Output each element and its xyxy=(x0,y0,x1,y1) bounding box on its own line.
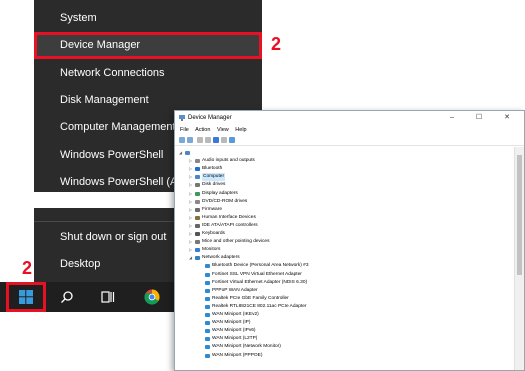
network-card-icon xyxy=(205,321,210,326)
network-card-icon xyxy=(205,304,210,309)
menu-file[interactable]: File xyxy=(180,127,189,133)
monitor-icon[interactable] xyxy=(229,137,235,143)
start-button[interactable] xyxy=(6,282,46,312)
tree-node-label: WAN Miniport (IPv6) xyxy=(212,328,256,334)
tree-node-label: Keyboards xyxy=(202,231,225,236)
tree-node-label: WAN Miniport (PPPOE) xyxy=(212,352,263,358)
network-card-icon xyxy=(205,353,210,358)
tree-node-label: Disk drives xyxy=(202,182,226,188)
tree-node-label: PPPoP WAN Adapter xyxy=(212,287,258,293)
tree-node-label: Display adapters xyxy=(202,190,238,196)
keyboard-icon xyxy=(195,232,200,236)
expand-arrow-icon[interactable]: ▷ xyxy=(189,238,194,246)
task-view-icon[interactable] xyxy=(97,282,119,312)
tree-node-label: Mice and other pointing devices xyxy=(202,239,270,245)
expand-arrow-icon[interactable]: ▷ xyxy=(189,157,194,165)
toolbar xyxy=(175,135,524,146)
tree-node-label: IDE ATA/ATAPI controllers xyxy=(202,222,258,228)
update-driver-icon[interactable] xyxy=(221,137,227,143)
scan-icon[interactable] xyxy=(205,137,211,143)
collapse-arrow-icon[interactable]: ◢ xyxy=(179,149,184,157)
window-title: Device Manager xyxy=(188,115,232,121)
expand-arrow-icon[interactable]: ▷ xyxy=(189,206,194,214)
tree-node-label: WAN Miniport (IKEv2) xyxy=(212,312,259,317)
network-card-icon xyxy=(205,264,210,269)
expand-arrow-icon[interactable]: ▷ xyxy=(189,230,194,238)
network-card-icon xyxy=(205,329,210,334)
scrollbar-thumb[interactable] xyxy=(517,155,522,275)
menu-view[interactable]: View xyxy=(217,127,229,133)
display-icon xyxy=(195,191,200,196)
tree-node-label: Human Interface Devices xyxy=(202,214,256,220)
tree-node-label: Network adapters xyxy=(202,255,240,261)
search-icon[interactable] xyxy=(56,282,78,312)
properties-icon[interactable] xyxy=(197,137,203,143)
expand-arrow-icon[interactable]: ▷ xyxy=(189,214,194,222)
forward-icon[interactable] xyxy=(187,137,193,143)
device-manager-app-icon xyxy=(179,115,185,121)
expand-arrow-icon[interactable]: ▷ xyxy=(189,190,194,198)
expand-arrow-icon[interactable]: ▷ xyxy=(189,181,194,189)
windows-logo-icon xyxy=(19,290,33,304)
vertical-scrollbar[interactable] xyxy=(514,147,524,370)
network-icon xyxy=(195,256,200,261)
menu-item-network-connections[interactable]: Network Connections xyxy=(34,60,262,87)
tree-node-label: Monitors xyxy=(202,247,221,253)
help-icon[interactable] xyxy=(213,137,219,143)
menu-action[interactable]: Action xyxy=(195,127,210,133)
computer-icon xyxy=(185,151,190,155)
controller-icon xyxy=(195,223,200,228)
tree-node-label: WAN Miniport (L2TP) xyxy=(212,336,258,342)
window-controls[interactable]: – ☐ ✕ xyxy=(450,111,520,125)
step-callout-start: 2 xyxy=(22,258,33,278)
menu-help[interactable]: Help xyxy=(235,127,246,133)
menu-bar: File Action View Help xyxy=(175,125,524,135)
expand-arrow-icon[interactable]: ▷ xyxy=(189,222,194,230)
tree-node-label: Firmware xyxy=(202,206,222,212)
network-card-icon xyxy=(205,313,210,317)
device-tree: ◢ ▷ Audio inputs and outputs ▷ Bluetooth ▷ Com… xyxy=(175,147,514,370)
tree-node-label: DVD/CD-ROM drives xyxy=(202,198,248,204)
tree-node-label: WAN Miniport (IP) xyxy=(212,320,251,326)
tree-node-label: WAN Miniport (Network Monitor) xyxy=(212,344,281,350)
tree-node-label: Fortinet SSL VPN Virtual Ethernet Adapte… xyxy=(212,271,302,277)
step-callout-device-manager: 2 xyxy=(271,34,282,54)
tree-node-label: Realtek PCIe GbE Family Controller xyxy=(212,295,289,301)
tree-node-label: Realtek RTL8821CE 802.11ac PCIe Adapter xyxy=(212,303,307,309)
tree-node-label: Computer xyxy=(202,173,226,182)
menu-item-system[interactable]: System xyxy=(34,5,262,32)
network-card-icon xyxy=(205,272,210,277)
menu-item-device-manager[interactable]: Device Manager xyxy=(34,32,262,59)
tree-node-label: Bluetooth xyxy=(202,166,223,172)
hid-icon xyxy=(195,215,200,220)
taskbar xyxy=(0,282,180,312)
dvd-icon xyxy=(195,199,200,204)
bluetooth-icon xyxy=(195,167,200,172)
tree-node-label: Bluetooth Device (Personal Area Network)… xyxy=(212,263,309,269)
mouse-icon xyxy=(195,240,200,245)
network-card-icon xyxy=(205,337,210,342)
chrome-icon[interactable] xyxy=(140,282,164,312)
collapse-arrow-icon[interactable]: ◢ xyxy=(189,254,194,262)
disk-icon xyxy=(195,183,200,188)
expand-arrow-icon[interactable]: ▷ xyxy=(189,165,194,173)
tree-node-label: Fortinet Virtual Ethernet Adapter (NDIS … xyxy=(212,279,308,285)
network-card-icon xyxy=(205,288,210,293)
network-card-icon xyxy=(205,280,210,285)
network-card-icon xyxy=(205,345,210,350)
speaker-icon xyxy=(195,159,200,164)
network-card-icon xyxy=(205,296,210,301)
tree-node-label: Audio inputs and outputs xyxy=(202,158,255,164)
expand-arrow-icon[interactable]: ▷ xyxy=(189,173,194,181)
expand-arrow-icon[interactable]: ▷ xyxy=(189,246,194,254)
monitor-icon xyxy=(195,248,200,253)
device-manager-window: Device Manager – ☐ ✕ File Action View He… xyxy=(174,110,525,371)
computer-icon xyxy=(195,175,200,180)
expand-arrow-icon[interactable]: ▷ xyxy=(189,198,194,206)
chip-icon xyxy=(195,207,200,212)
back-icon[interactable] xyxy=(179,137,185,143)
title-bar: Device Manager – ☐ ✕ xyxy=(175,111,524,125)
